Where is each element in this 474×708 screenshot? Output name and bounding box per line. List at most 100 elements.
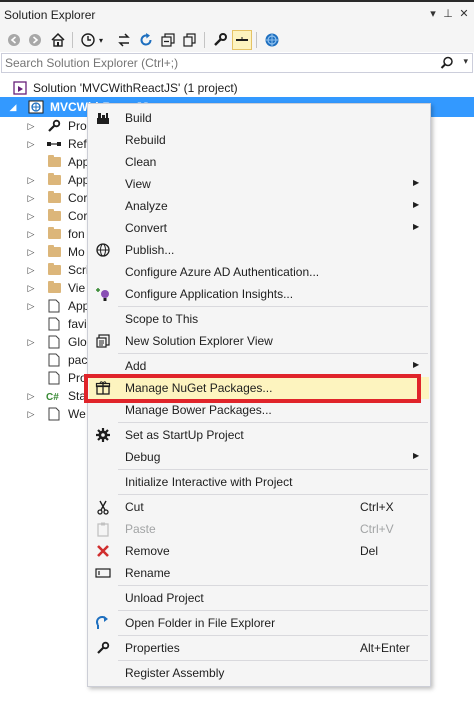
tree-item-label: fon [68, 227, 85, 241]
build-icon [95, 110, 111, 126]
folder-icon [46, 190, 62, 206]
menu-item-cut[interactable]: Cut Ctrl+X [89, 496, 429, 518]
folder-icon [46, 262, 62, 278]
menu-item-properties[interactable]: Properties Alt+Enter [89, 637, 429, 659]
expand-arrow-icon[interactable]: ▷ [26, 174, 36, 186]
expand-arrow-icon[interactable]: ▷ [26, 210, 36, 222]
title-bar: Solution Explorer ▾ ⊥ ✕ [0, 0, 474, 28]
collapse-all-icon[interactable] [158, 30, 178, 50]
menu-item-publish[interactable]: Publish... [89, 239, 429, 261]
sync-icon[interactable] [114, 30, 134, 50]
history-dropdown-icon[interactable]: ▾ [96, 30, 106, 50]
search-input[interactable] [5, 55, 445, 71]
menu-item-register-assembly[interactable]: Register Assembly [89, 662, 429, 684]
tree-item-label: We [68, 407, 86, 421]
tree-item-label: pac [68, 353, 88, 367]
properties-icon[interactable] [210, 30, 230, 50]
menu-item-scope-to-this[interactable]: Scope to This [89, 308, 429, 330]
expand-arrow-icon[interactable]: ▷ [26, 120, 36, 132]
menu-item-unload-project[interactable]: Unload Project [89, 587, 429, 609]
menu-item-initialize-interactive-with-project[interactable]: Initialize Interactive with Project [89, 471, 429, 493]
globe-icon [95, 242, 111, 258]
menu-item-label: New Solution Explorer View [125, 334, 273, 348]
menu-item-label: Properties [125, 641, 180, 655]
menu-item-clean[interactable]: Clean [89, 151, 429, 173]
expand-arrow-icon[interactable]: ▷ [26, 246, 36, 258]
tree-item-label: Cor [68, 209, 88, 223]
close-icon[interactable]: ✕ [457, 6, 471, 22]
remove-x-icon [95, 543, 111, 559]
menu-item-view[interactable]: View ▶ [89, 173, 429, 195]
forward-icon[interactable] [25, 30, 45, 50]
refresh-icon[interactable] [136, 30, 156, 50]
menu-separator [118, 469, 428, 470]
expand-arrow-icon[interactable]: ▷ [26, 336, 36, 348]
copy-icon[interactable] [180, 30, 200, 50]
menu-item-label: Initialize Interactive with Project [125, 475, 293, 489]
tree-item-label: Vie [68, 281, 86, 295]
menu-item-shortcut: Ctrl+X [360, 500, 394, 514]
menu-item-set-as-startup-project[interactable]: Set as StartUp Project [89, 424, 429, 446]
toolbar: ▾ [0, 28, 474, 52]
menu-item-open-folder-in-file-explorer[interactable]: Open Folder in File Explorer [89, 612, 429, 634]
menu-item-configure-application-insights[interactable]: Configure Application Insights... [89, 283, 429, 305]
menu-item-label: Build [125, 111, 152, 125]
expand-arrow-icon[interactable]: ▷ [26, 390, 36, 402]
folder-icon [46, 172, 62, 188]
folder-icon [46, 154, 62, 170]
menu-item-label: View [125, 177, 151, 191]
back-icon[interactable] [4, 30, 24, 50]
show-all-files-icon[interactable] [232, 30, 252, 50]
menu-item-convert[interactable]: Convert ▶ [89, 217, 429, 239]
wrench-icon [46, 118, 62, 134]
collapse-arrow-icon[interactable]: ◢ [8, 101, 18, 113]
gear-icon [95, 427, 111, 443]
menu-item-label: Manage Bower Packages... [125, 403, 272, 417]
expand-arrow-icon[interactable]: ▷ [26, 138, 36, 150]
menu-item-build[interactable]: Build [89, 107, 429, 129]
folder-icon [46, 244, 62, 260]
menu-item-configure-azure-ad-authentication[interactable]: Configure Azure AD Authentication... [89, 261, 429, 283]
menu-separator [118, 585, 428, 586]
expand-arrow-icon[interactable]: ▷ [26, 228, 36, 240]
tree-row-solution[interactable]: Solution 'MVCWithReactJS' (1 project) [0, 78, 474, 98]
menu-separator [118, 494, 428, 495]
menu-item-debug[interactable]: Debug ▶ [89, 446, 429, 468]
solution-label: Solution 'MVCWithReactJS' (1 project) [33, 81, 238, 95]
expand-arrow-icon[interactable]: ▷ [26, 264, 36, 276]
menu-item-label: Set as StartUp Project [125, 428, 244, 442]
folder-icon [46, 280, 62, 296]
tree-item-label: Mo [68, 245, 85, 259]
file-icon [46, 298, 62, 314]
tree-item-label: favi [68, 317, 87, 331]
folder-icon [46, 226, 62, 242]
tree-item-label: Scri [68, 263, 89, 277]
search-options-icon[interactable]: ▾ [463, 56, 468, 67]
toolbar-separator [256, 32, 257, 48]
search-box: ▾ [1, 53, 473, 73]
window-dropdown-icon[interactable]: ▾ [426, 6, 440, 22]
wrench-icon [95, 640, 111, 656]
expand-arrow-icon[interactable]: ▷ [26, 282, 36, 294]
solution-icon [12, 80, 28, 96]
menu-item-analyze[interactable]: Analyze ▶ [89, 195, 429, 217]
submenu-arrow-icon: ▶ [413, 222, 420, 231]
menu-item-remove[interactable]: Remove Del [89, 540, 429, 562]
expand-arrow-icon[interactable]: ▷ [26, 192, 36, 204]
menu-item-new-solution-explorer-view[interactable]: New Solution Explorer View [89, 330, 429, 352]
home-icon[interactable] [48, 30, 68, 50]
window-title: Solution Explorer [4, 8, 96, 22]
expand-arrow-icon[interactable]: ▷ [26, 300, 36, 312]
scissors-icon [95, 499, 111, 515]
menu-item-rebuild[interactable]: Rebuild [89, 129, 429, 151]
expand-arrow-icon[interactable]: ▷ [26, 408, 36, 420]
search-icon[interactable] [440, 56, 454, 73]
menu-item-paste[interactable]: Paste Ctrl+V [89, 518, 429, 540]
tree-item-label: Pro [68, 119, 87, 133]
pin-icon[interactable]: ⊥ [441, 6, 455, 22]
history-icon[interactable] [78, 30, 98, 50]
menu-item-rename[interactable]: Rename [89, 562, 429, 584]
folder-icon [46, 208, 62, 224]
menu-item-label: Clean [125, 155, 157, 169]
preview-icon[interactable] [262, 30, 282, 50]
